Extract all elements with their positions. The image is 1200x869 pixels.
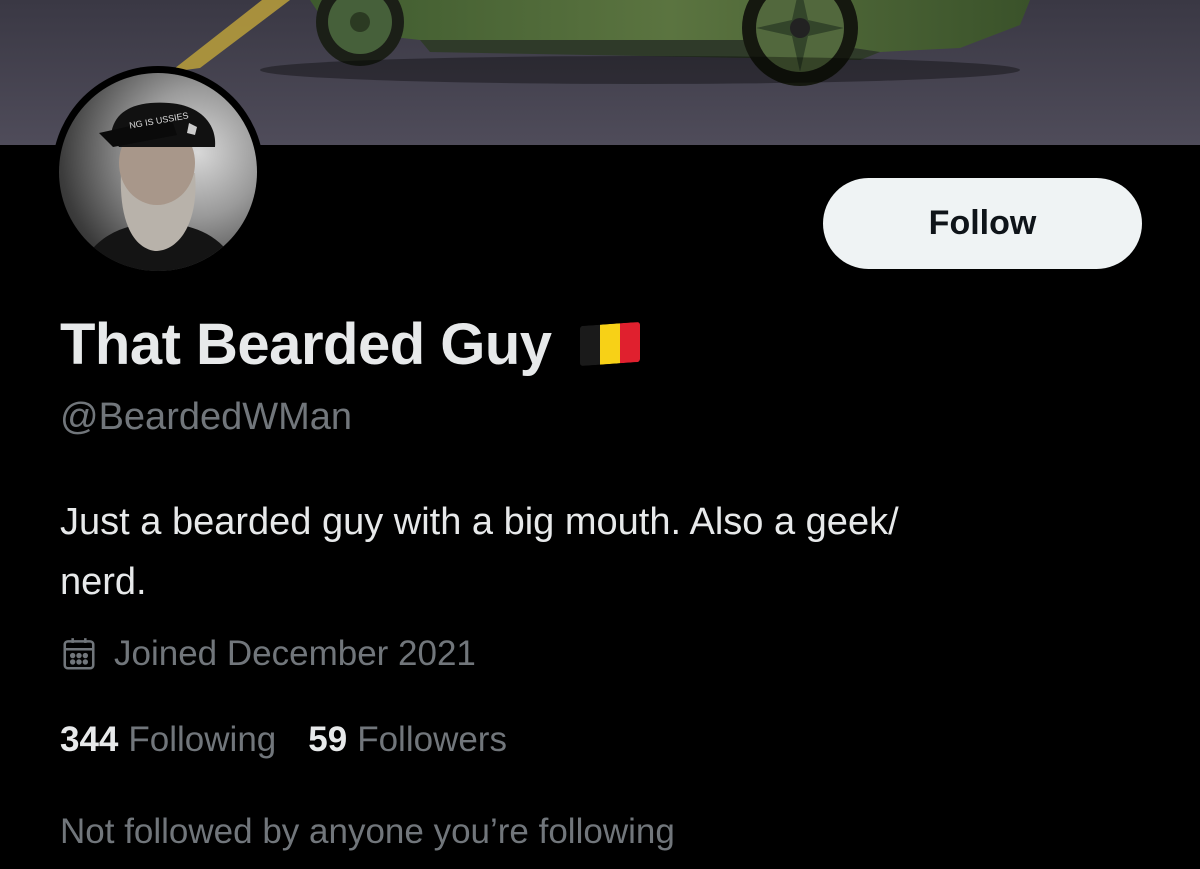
mutual-followers-note: Not followed by anyone you’re following bbox=[60, 812, 675, 851]
following-count: 344 bbox=[60, 720, 119, 759]
followers-label: Followers bbox=[357, 720, 507, 759]
display-name-row: That Bearded Guy bbox=[60, 306, 640, 382]
profile-handle: @BeardedWMan bbox=[60, 396, 353, 438]
follow-button[interactable]: Follow bbox=[823, 178, 1142, 269]
belgium-flag-icon bbox=[579, 321, 640, 367]
display-name: That Bearded Guy bbox=[60, 311, 552, 377]
following-label: Following bbox=[128, 720, 277, 759]
flag-black-stripe bbox=[579, 324, 600, 367]
following-link[interactable]: 344 Following bbox=[60, 720, 276, 760]
avatar-photo: NG IS USSIES bbox=[59, 73, 257, 271]
followers-count: 59 bbox=[308, 720, 348, 759]
follow-stats: 344 Following 59 Followers bbox=[60, 720, 539, 760]
joined-text: Joined December 2021 bbox=[114, 634, 476, 673]
profile-avatar[interactable]: NG IS USSIES bbox=[52, 66, 264, 278]
flag-red-stripe bbox=[619, 321, 640, 364]
joined-date: Joined December 2021 bbox=[60, 634, 476, 674]
profile-bio: Just a bearded guy with a big mouth. Als… bbox=[60, 501, 899, 603]
calendar-icon bbox=[60, 635, 98, 673]
flag-yellow-stripe bbox=[599, 323, 620, 365]
profile-page: NG IS USSIES Follow That Bearded Guy @Be… bbox=[0, 0, 1200, 869]
followers-link[interactable]: 59 Followers bbox=[308, 720, 507, 760]
